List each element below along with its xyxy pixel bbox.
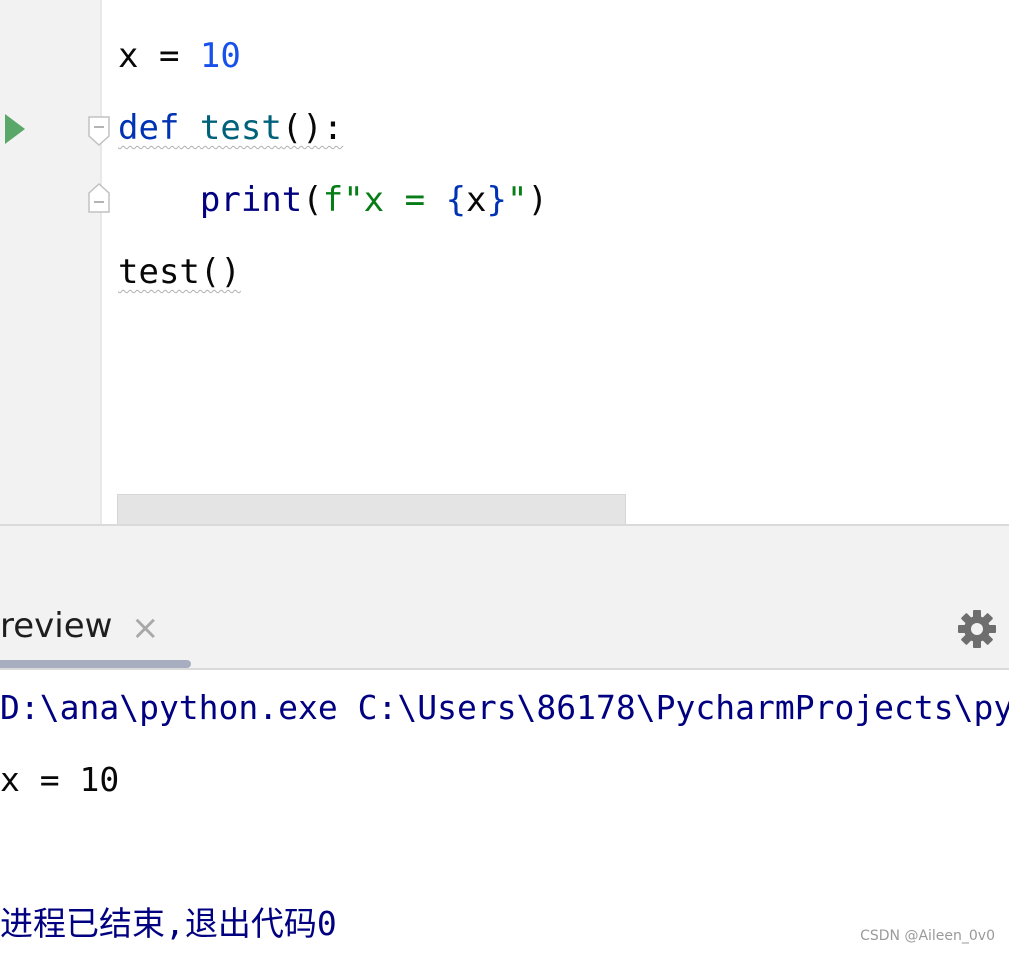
print-builtin: print [199,180,303,220]
function-signature: (): [281,108,344,148]
code-line-3[interactable]: print(f"x = {x}") [118,179,548,221]
open-paren: ( [302,180,323,220]
gear-icon[interactable] [956,608,998,650]
code-line-2[interactable]: def test(): [118,107,343,149]
editor-gutter [0,0,102,524]
close-paren: ) [527,180,548,220]
variable-x: x [118,36,139,76]
fold-end-icon[interactable] [88,183,110,213]
function-name: test [199,108,282,148]
code-editor[interactable]: x = 10 def test(): print(f"x = {x}") tes… [0,0,1009,524]
console-output[interactable]: D:\ana\python.exe C:\Users\86178\Pycharm… [0,670,1009,955]
run-tool-window-header: review × [0,588,1009,670]
editor-status-strip [0,524,1009,590]
fstring-end: " [507,180,528,220]
function-call: test() [118,252,241,292]
number-literal: 10 [199,36,241,76]
fstring-brace-open: { [445,180,467,220]
console-output-line: x = 10 [0,760,120,799]
watermark: CSDN @Aileen_0v0 [860,928,995,944]
code-line-4[interactable]: test() [118,251,241,293]
fold-icon[interactable] [88,116,110,146]
fstring-var: x [466,180,487,220]
console-exit-message: 进程已结束,退出代码0 [0,904,337,943]
horizontal-scrollbar[interactable] [117,494,626,524]
close-icon[interactable]: × [131,608,160,648]
def-keyword: def [118,108,180,148]
console-command-line: D:\ana\python.exe C:\Users\86178\Pycharm… [0,688,1009,727]
active-tab-indicator [0,660,191,668]
run-icon[interactable] [5,114,25,144]
fstring-start: f"x = [322,180,446,220]
code-line-1[interactable]: x = 10 [118,35,241,77]
fstring-brace-close: } [486,180,508,220]
assign-operator: = [138,36,200,76]
tab-review[interactable]: review [0,606,112,646]
